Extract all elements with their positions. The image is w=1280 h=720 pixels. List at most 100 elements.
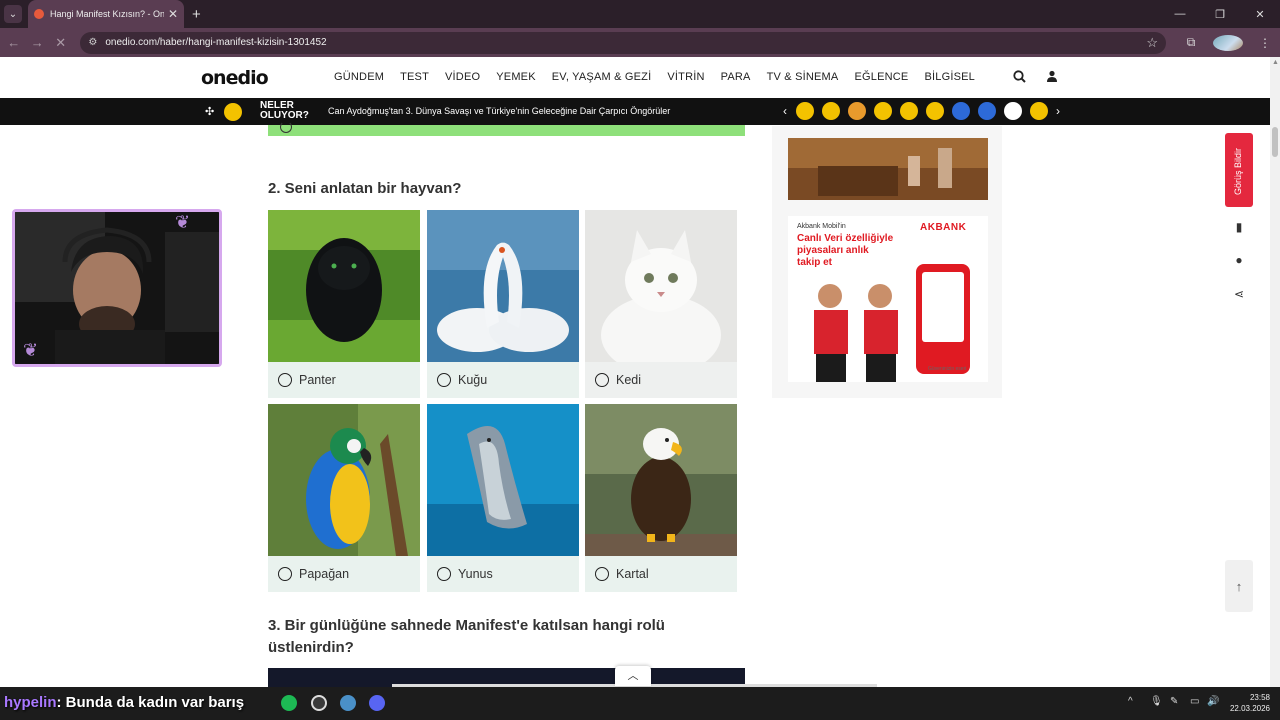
- minimize-button[interactable]: —: [1160, 0, 1200, 28]
- reaction-icon[interactable]: [874, 102, 892, 120]
- radio-icon[interactable]: [437, 373, 451, 387]
- nav-item-gundem[interactable]: GÜNDEM: [334, 71, 384, 83]
- radio-icon[interactable]: [595, 567, 609, 581]
- pen-icon[interactable]: ✎: [1170, 696, 1178, 707]
- stop-loading-icon[interactable]: ✕: [49, 31, 72, 55]
- reaction-icon[interactable]: [900, 102, 918, 120]
- option-kedi[interactable]: Kedi: [585, 210, 737, 398]
- volume-icon[interactable]: 🔊: [1207, 696, 1219, 707]
- dolphin-image[interactable]: [427, 404, 579, 556]
- ticker-badge-icon: [224, 103, 242, 121]
- back-icon[interactable]: ←: [2, 31, 25, 55]
- user-icon[interactable]: [1046, 70, 1058, 85]
- reaction-icon[interactable]: [822, 102, 840, 120]
- option-label[interactable]: Panter: [268, 362, 420, 398]
- favicon-icon: [34, 9, 44, 19]
- tab-close-button[interactable]: ✕: [168, 7, 178, 21]
- maximize-button[interactable]: ❐: [1200, 0, 1240, 28]
- tab-search-button[interactable]: ⌄: [4, 5, 22, 23]
- discord-icon[interactable]: [369, 695, 385, 711]
- nav-item-vitrin[interactable]: VİTRİN: [667, 71, 704, 83]
- ticker-headline[interactable]: Can Aydoğmuş'tan 3. Dünya Savaşı ve Türk…: [328, 106, 670, 116]
- reaction-icon[interactable]: [796, 102, 814, 120]
- new-tab-button[interactable]: +: [192, 6, 201, 23]
- os-taskbar: hypelin: Bunda da kadın var barış ^ 🎙 ✎ …: [0, 687, 1280, 720]
- page-scrollbar[interactable]: ▲: [1270, 57, 1280, 687]
- search-icon[interactable]: [1013, 70, 1026, 86]
- option-panter[interactable]: Panter: [268, 210, 420, 398]
- nav-item-test[interactable]: TEST: [400, 71, 429, 83]
- nav-item-eglence[interactable]: EĞLENCE: [854, 71, 908, 83]
- previous-answer-selected[interactable]: [268, 121, 745, 136]
- share-icon[interactable]: ⋖: [1230, 287, 1248, 305]
- panther-image[interactable]: [268, 210, 420, 362]
- browser-tabbar: ⌄ Hangi Manifest Kızısın? - Onedio ✕ + —…: [0, 0, 1280, 28]
- ad-banner-1[interactable]: [788, 138, 988, 200]
- nav-item-video[interactable]: VİDEO: [445, 71, 480, 83]
- profile-avatar[interactable]: [1213, 34, 1244, 51]
- option-label[interactable]: Kuğu: [427, 362, 579, 398]
- comments-icon[interactable]: ●: [1230, 253, 1248, 271]
- menu-icon[interactable]: ⋮: [1250, 36, 1280, 50]
- akbank-ad[interactable]: Akbank Mobil'in AKBANK Canlı Veri özelli…: [788, 216, 988, 382]
- nav-item-bilgisel[interactable]: BİLGİSEL: [924, 71, 975, 83]
- chevron-up-icon[interactable]: ︿: [615, 666, 651, 686]
- streamer-webcam: ❦ ❦: [12, 209, 222, 367]
- cat-image[interactable]: [585, 210, 737, 362]
- nav-item-ev-yasam[interactable]: EV, YAŞAM & GEZİ: [552, 71, 652, 83]
- chevron-right-icon[interactable]: ›: [1056, 104, 1060, 118]
- option-label[interactable]: Papağan: [268, 556, 420, 592]
- scrollbar-thumb[interactable]: [1272, 127, 1278, 157]
- spotify-icon[interactable]: [281, 695, 297, 711]
- reaction-icon[interactable]: [848, 102, 866, 120]
- nav-item-para[interactable]: PARA: [721, 71, 751, 83]
- tray-chevron-icon[interactable]: ^: [1128, 696, 1133, 707]
- address-bar[interactable]: ⚙ onedio.com/haber/hangi-manifest-kizisi…: [80, 31, 1167, 54]
- radio-icon[interactable]: [595, 373, 609, 387]
- microphone-icon[interactable]: 🎙: [1150, 696, 1163, 707]
- browser-tab[interactable]: Hangi Manifest Kızısın? - Onedio ✕: [28, 0, 184, 28]
- obs-icon[interactable]: [311, 695, 327, 711]
- radio-icon[interactable]: [278, 373, 292, 387]
- web-page: onedio GÜNDEM TEST VİDEO YEMEK EV, YAŞAM…: [0, 57, 1270, 687]
- extensions-icon[interactable]: ⧉: [1176, 35, 1206, 50]
- radio-icon[interactable]: [437, 567, 451, 581]
- network-icon[interactable]: ▭: [1190, 696, 1199, 707]
- nav-item-tv-sinema[interactable]: TV & SİNEMA: [767, 71, 839, 83]
- option-label[interactable]: Yunus: [427, 556, 579, 592]
- site-header: onedio GÜNDEM TEST VİDEO YEMEK EV, YAŞAM…: [0, 57, 1270, 98]
- option-label[interactable]: Kartal: [585, 556, 737, 592]
- url-text[interactable]: onedio.com/haber/hangi-manifest-kizisin-…: [105, 37, 1146, 48]
- radio-icon[interactable]: [278, 567, 292, 581]
- bookmark-star-icon[interactable]: ☆: [1146, 35, 1158, 51]
- bookmark-icon[interactable]: ▮: [1230, 220, 1248, 238]
- swan-image[interactable]: [427, 210, 579, 362]
- site-info-icon[interactable]: ⚙: [88, 37, 97, 48]
- grid-icon[interactable]: ✣: [205, 105, 214, 118]
- option-kartal[interactable]: Kartal: [585, 404, 737, 592]
- eagle-image[interactable]: [585, 404, 737, 556]
- window-controls: — ❐ ✕: [1160, 0, 1280, 28]
- parrot-image[interactable]: [268, 404, 420, 556]
- reaction-icon[interactable]: [1030, 102, 1048, 120]
- reaction-icon[interactable]: [952, 102, 970, 120]
- system-clock[interactable]: 23:58 22.03.2026: [1228, 692, 1270, 714]
- reaction-icon[interactable]: [1004, 102, 1022, 120]
- close-window-button[interactable]: ✕: [1240, 0, 1280, 28]
- option-yunus[interactable]: Yunus: [427, 404, 579, 592]
- feedback-button[interactable]: Görüş Bildir: [1225, 133, 1253, 207]
- nav-item-yemek[interactable]: YEMEK: [496, 71, 536, 83]
- option-papagan[interactable]: Papağan: [268, 404, 420, 592]
- app-icon[interactable]: [340, 695, 356, 711]
- scroll-to-top-button[interactable]: ↑: [1225, 560, 1253, 612]
- onedio-logo[interactable]: onedio: [201, 67, 269, 89]
- chevron-left-icon[interactable]: ‹: [783, 104, 787, 118]
- forward-icon[interactable]: →: [25, 31, 48, 55]
- option-label[interactable]: Kedi: [585, 362, 737, 398]
- ticker-label: NELER OLUYOR?: [260, 100, 309, 121]
- scroll-up-icon[interactable]: ▲: [1272, 59, 1279, 66]
- option-kugu[interactable]: Kuğu: [427, 210, 579, 398]
- main-nav: GÜNDEM TEST VİDEO YEMEK EV, YAŞAM & GEZİ…: [334, 71, 991, 83]
- reaction-icon[interactable]: [978, 102, 996, 120]
- reaction-icon[interactable]: [926, 102, 944, 120]
